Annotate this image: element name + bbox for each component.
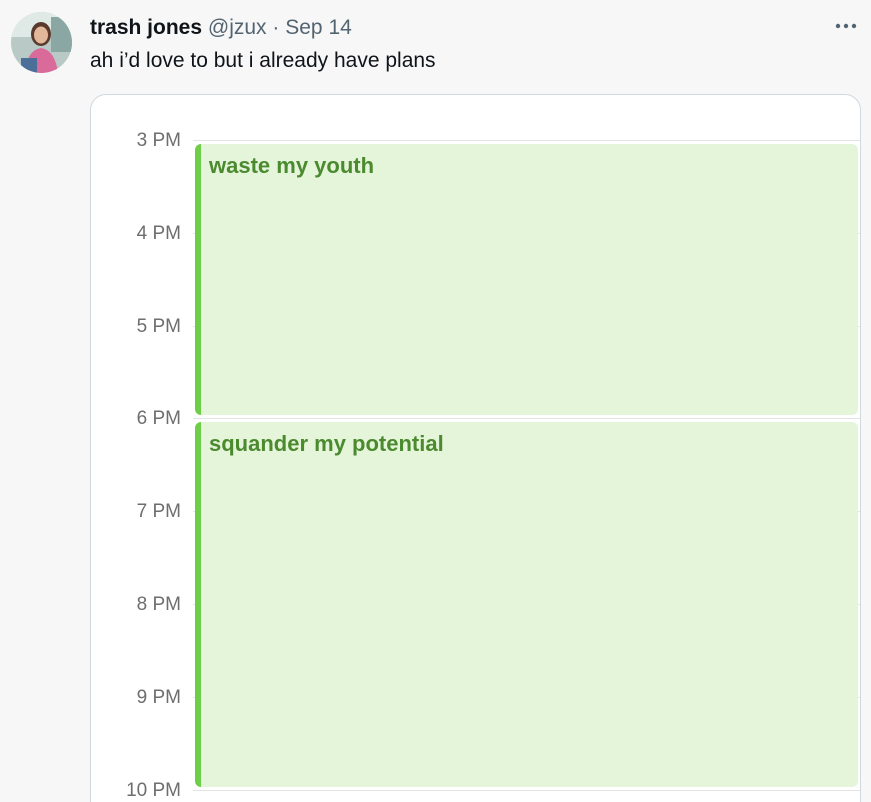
separator-dot: · <box>272 16 280 39</box>
user-handle[interactable]: @jzux <box>208 16 267 39</box>
hour-label: 3 PM <box>136 130 181 151</box>
hour-label: 10 PM <box>126 780 181 801</box>
hour-label: 6 PM <box>136 408 181 429</box>
tweet-text: ah i’d love to but i already have plans <box>90 49 436 72</box>
hour-label: 8 PM <box>136 594 181 615</box>
tweet-header: trash jones @jzux · Sep 14 <box>90 15 352 41</box>
tweet: trash jones @jzux · Sep 14 ah i’d love t… <box>0 0 871 802</box>
hour-label: 4 PM <box>136 223 181 244</box>
hour-gridline <box>193 418 860 419</box>
hour-gridline <box>193 140 860 141</box>
more-options-button[interactable] <box>831 13 861 39</box>
avatar-image <box>11 12 72 73</box>
hour-label: 5 PM <box>136 316 181 337</box>
avatar[interactable] <box>11 12 72 73</box>
more-dots-icon <box>835 23 857 29</box>
hour-label: 7 PM <box>136 501 181 522</box>
display-name[interactable]: trash jones <box>90 16 202 39</box>
tweet-date[interactable]: Sep 14 <box>285 16 352 39</box>
calendar-event[interactable]: squander my potential <box>195 422 858 787</box>
hour-label: 9 PM <box>136 687 181 708</box>
hour-gridline <box>193 790 860 791</box>
calendar-image[interactable]: 3 PM 4 PM 5 PM 6 PM 7 PM 8 PM 9 PM 10 PM… <box>90 94 861 802</box>
calendar-event[interactable]: waste my youth <box>195 144 858 415</box>
event-title: waste my youth <box>209 153 375 178</box>
event-title: squander my potential <box>209 431 444 456</box>
